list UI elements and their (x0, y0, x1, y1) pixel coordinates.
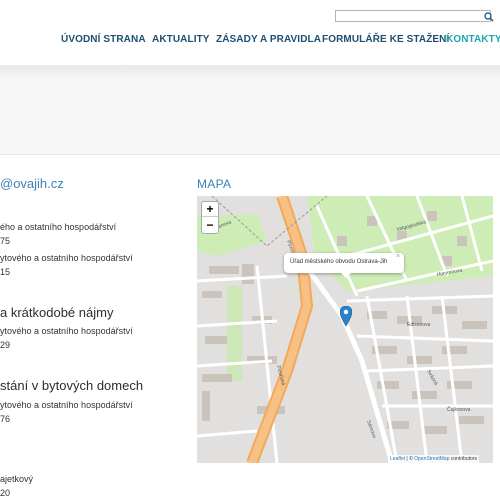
zoom-in-button[interactable]: + (202, 202, 218, 217)
nav-item-contacts[interactable]: KONTAKTY (446, 34, 500, 45)
nav-item-rules[interactable]: ZÁSADY A PRAVIDLA (216, 34, 321, 45)
email-link[interactable]: @ovajih.cz (0, 176, 64, 191)
section-heading: stání v bytových domech (0, 378, 144, 393)
contact-phone: 29 (0, 340, 11, 350)
map-popup: Úřad městského obvodu Ostrava-Jih × (284, 253, 404, 273)
contact-department: ytového a ostatního hospodářství (0, 326, 133, 336)
contact-phone: 15 (0, 267, 11, 277)
zoom-control: + − (201, 201, 219, 234)
nav-item-news[interactable]: AKTUALITY (152, 34, 210, 45)
search-input[interactable] (335, 10, 491, 22)
popup-tip (341, 273, 351, 278)
site-header: ÚVODNÍ STRANA AKTUALITY ZÁSADY A PRAVIDL… (0, 0, 500, 65)
nav-item-home[interactable]: ÚVODNÍ STRANA (61, 34, 146, 45)
contact-phone: 75 (0, 236, 11, 246)
contact-phone: 76 (0, 414, 11, 424)
contact-department: ytového a ostatního hospodářství (0, 253, 133, 263)
main-navigation: ÚVODNÍ STRANA AKTUALITY ZÁSADY A PRAVIDL… (0, 34, 500, 48)
contact-department: ého a ostatního hospodářství (0, 222, 117, 232)
header-banner (0, 65, 500, 155)
map-attribution: Leaflet | © OpenStreetMap contributors (388, 455, 479, 463)
popup-text: Úřad městského obvodu Ostrava-Jih (290, 259, 388, 265)
contact-department: ytového a ostatního hospodářství (0, 400, 133, 410)
svg-text:Edisonova: Edisonova (407, 322, 431, 328)
map-view[interactable]: Rasnova Plzeňská Plzeňská Volgogradská H… (197, 196, 493, 463)
map-marker-icon[interactable] (340, 306, 352, 326)
map-title: MAPA (197, 177, 232, 191)
map-tiles: Rasnova Plzeňská Plzeňská Volgogradská H… (197, 196, 493, 463)
search-icon[interactable] (482, 10, 496, 22)
zoom-out-button[interactable]: − (202, 218, 218, 233)
page: ÚVODNÍ STRANA AKTUALITY ZÁSADY A PRAVIDL… (0, 0, 500, 500)
attribution-separator: | © (405, 456, 415, 462)
osm-link[interactable]: OpenStreetMap (414, 456, 449, 462)
svg-text:Čujkovova: Čujkovova (447, 406, 471, 413)
popup-close-button[interactable]: × (396, 253, 400, 260)
attribution-suffix: contributors (449, 456, 477, 462)
contact-phone: 20 (0, 488, 11, 498)
section-heading: a krátkodobé nájmy (0, 305, 114, 320)
nav-item-forms[interactable]: FORMULÁŘE KE STAŽENÍ (322, 34, 449, 45)
contact-department: ajetkový (0, 474, 34, 484)
leaflet-link[interactable]: Leaflet (390, 456, 405, 462)
